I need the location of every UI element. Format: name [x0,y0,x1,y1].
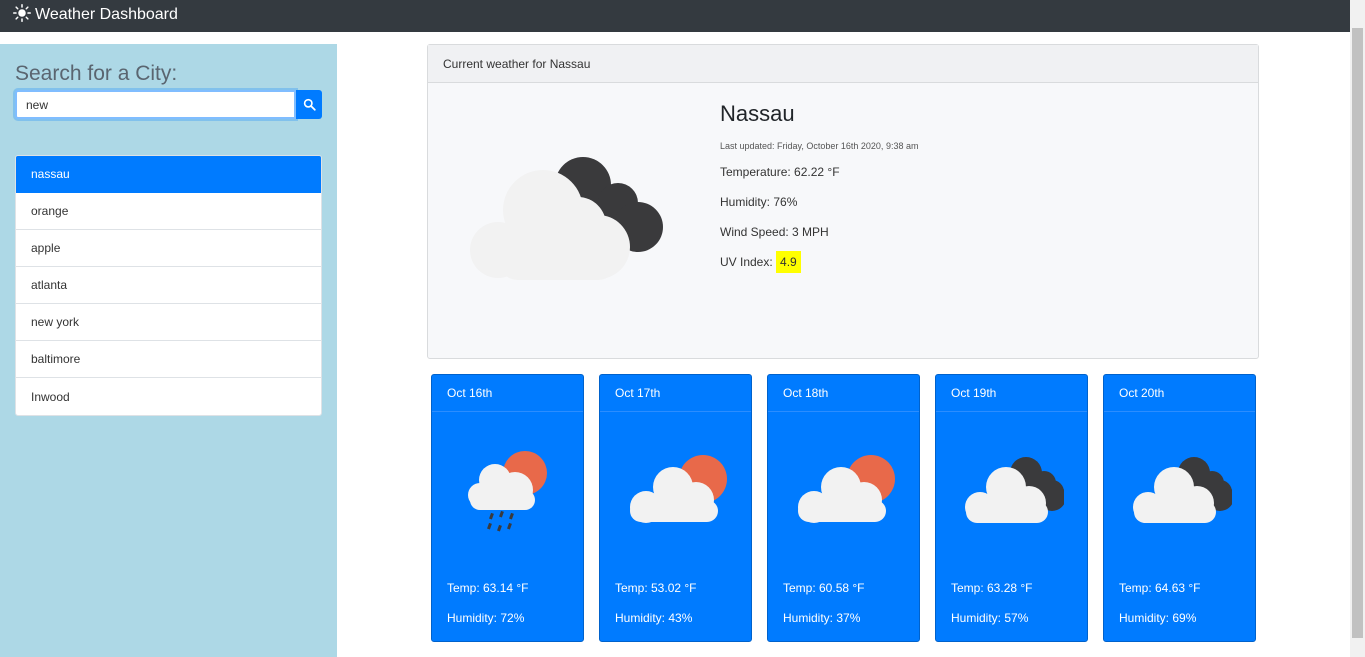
sun-icon [13,4,31,22]
current-humidity: Humidity: 76% [720,195,798,209]
current-wind-speed: Wind Speed: 3 MPH [720,225,829,239]
forecast-date: Oct 18th [768,375,919,412]
forecast-date: Oct 16th [432,375,583,412]
forecast-temp: Temp: 53.02 °F [615,581,697,595]
forecast-temp: Temp: 63.14 °F [447,581,529,595]
city-item-orange[interactable]: orange [16,193,321,230]
page-scrollbar[interactable] [1350,0,1365,657]
rain-partly-sunny-icon [460,445,560,540]
city-item-new-york[interactable]: new york [16,304,321,341]
forecast-card-day-2: Oct 17th Temp: 53.02 °F Humidity: 43% [599,374,752,642]
forecast-temp: Temp: 63.28 °F [951,581,1033,595]
city-search-input[interactable] [15,90,296,119]
city-item-apple[interactable]: apple [16,230,321,267]
app-title[interactable]: Weather Dashboard [35,6,178,24]
forecast-date: Oct 19th [936,375,1087,412]
search-icon [303,98,316,111]
forecast-humidity: Humidity: 37% [783,611,861,625]
current-weather-card: Current weather for Nassau Nassau Last u… [427,44,1259,359]
forecast-temp: Temp: 60.58 °F [783,581,865,595]
uv-index-badge: 4.9 [776,251,801,273]
forecast-date: Oct 20th [1104,375,1255,412]
cloudy-dark-icon [964,445,1066,540]
navbar: Weather Dashboard [0,0,1350,32]
cloudy-dark-icon [1132,445,1234,540]
current-temperature: Temperature: 62.22 °F [720,165,840,179]
forecast-card-day-1: Oct 16th Temp: 63.14 °F Humidity: 72% [431,374,584,642]
forecast-humidity: Humidity: 69% [1119,611,1197,625]
forecast-humidity: Humidity: 57% [951,611,1029,625]
forecast-card-day-5: Oct 20th Temp: 64.63 °F Humidity: 69% [1103,374,1256,642]
search-row [15,90,322,119]
cloudy-dark-icon [468,155,668,290]
forecast-humidity: Humidity: 43% [615,611,693,625]
city-history-list: nassau orange apple atlanta new york bal… [15,155,322,416]
search-button[interactable] [296,90,322,119]
partly-sunny-icon [628,445,728,540]
partly-sunny-icon [796,445,896,540]
search-heading: Search for a City: [15,62,178,85]
forecast-temp: Temp: 64.63 °F [1119,581,1201,595]
city-item-baltimore[interactable]: baltimore [16,341,321,378]
city-item-inwood[interactable]: Inwood [16,378,321,415]
current-city-name: Nassau [720,101,795,126]
sidebar: Search for a City: nassau orange apple a… [0,44,337,657]
forecast-card-day-3: Oct 18th Temp: 60.58 °F Humidity: 37% [767,374,920,642]
current-uv-index: UV Index: 4.9 [720,251,918,285]
city-item-nassau[interactable]: nassau [16,156,321,193]
forecast-card-day-4: Oct 19th Temp: 63.28 °F Humidity: 57% [935,374,1088,642]
city-item-atlanta[interactable]: atlanta [16,267,321,304]
current-weather-details: Nassau Last updated: Friday, October 16t… [720,101,918,285]
scrollbar-thumb[interactable] [1352,28,1363,638]
forecast-date: Oct 17th [600,375,751,412]
current-weather-header: Current weather for Nassau [428,45,1258,83]
forecast-humidity: Humidity: 72% [447,611,525,625]
uv-index-label: UV Index: [720,255,773,269]
last-updated: Last updated: Friday, October 16th 2020,… [720,141,919,151]
